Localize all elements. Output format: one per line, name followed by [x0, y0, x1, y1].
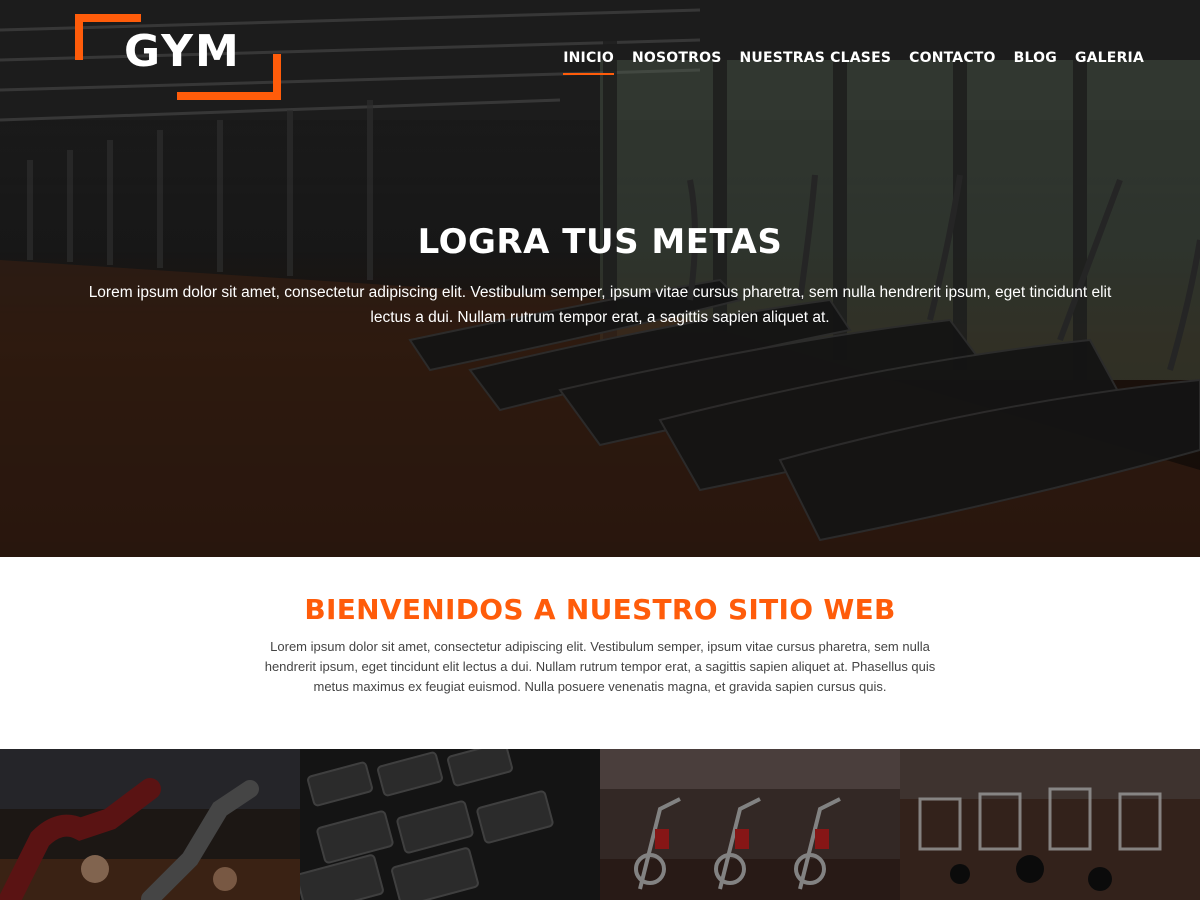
hero-title: LOGRA TUS METAS — [417, 222, 783, 262]
gallery-image-spinning-bikes[interactable] — [600, 749, 900, 900]
nav-item-galeria[interactable]: GALERIA — [1075, 50, 1144, 75]
welcome-section: BIENVENIDOS A NUESTRO SITIO WEB Lorem ip… — [0, 557, 1200, 749]
dumbbell-rack-photo-icon — [300, 749, 600, 900]
welcome-title: BIENVENIDOS A NUESTRO SITIO WEB — [304, 593, 896, 626]
nav-item-inicio[interactable]: INICIO — [563, 50, 614, 75]
gallery-strip — [0, 749, 1200, 900]
logo-text: GYM — [124, 26, 241, 77]
gym-floor-photo-icon — [900, 749, 1200, 900]
gym-logo[interactable]: GYM — [75, 14, 281, 100]
hero-section: GYM INICIO NOSOTROS NUESTRAS CLASES CONT… — [0, 0, 1200, 557]
hero-text: Lorem ipsum dolor sit amet, consectetur … — [88, 284, 1112, 326]
spinning-bikes-photo-icon — [600, 749, 900, 900]
stretching-class-photo-icon — [0, 749, 300, 900]
nav-item-nosotros[interactable]: NOSOTROS — [632, 50, 722, 75]
nav-item-contacto[interactable]: CONTACTO — [909, 50, 996, 75]
gallery-image-dumbbell-rack[interactable] — [300, 749, 600, 900]
welcome-text: Lorem ipsum dolor sit amet, consectetur … — [264, 639, 936, 694]
nav-item-nuestras-clases[interactable]: NUESTRAS CLASES — [740, 50, 892, 75]
main-navigation: INICIO NOSOTROS NUESTRAS CLASES CONTACTO… — [563, 50, 1144, 75]
nav-item-blog[interactable]: BLOG — [1014, 50, 1057, 75]
gallery-image-stretching-class[interactable] — [0, 749, 300, 900]
gallery-image-gym-floor[interactable] — [900, 749, 1200, 900]
